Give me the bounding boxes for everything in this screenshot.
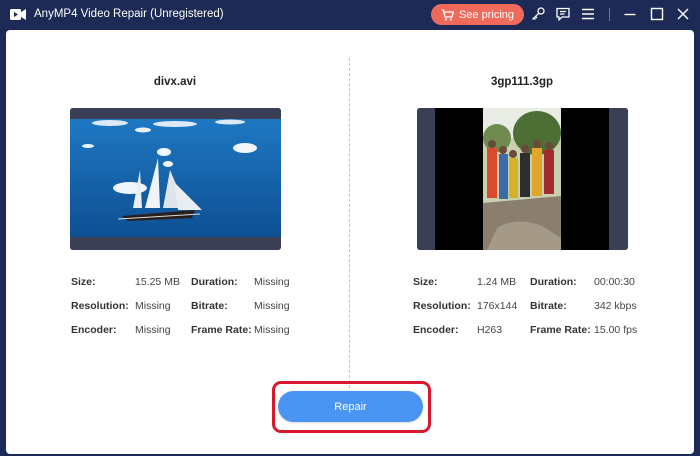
sailboat-thumbnail-image xyxy=(70,108,281,250)
menu-icon[interactable] xyxy=(580,6,596,22)
titlebar-separator xyxy=(609,8,610,21)
right-resolution-value: 176x144 xyxy=(477,300,518,312)
left-bitrate-label: Bitrate: xyxy=(191,300,228,312)
feedback-icon[interactable] xyxy=(555,6,571,22)
left-encoder-value: Missing xyxy=(135,324,171,336)
right-duration-label: Duration: xyxy=(530,276,577,288)
right-size-label: Size: xyxy=(413,276,438,288)
cart-icon xyxy=(441,8,454,20)
left-size-label: Size: xyxy=(71,276,96,288)
right-bitrate-value: 342 kbps xyxy=(594,300,637,312)
group-photo-thumbnail-image xyxy=(417,108,628,250)
right-resolution-label: Resolution: xyxy=(413,300,471,312)
left-framerate-value: Missing xyxy=(254,324,290,336)
title-bar: AnyMP4 Video Repair (Unregistered) See p… xyxy=(0,0,700,29)
maximize-icon[interactable] xyxy=(649,6,665,22)
left-size-value: 15.25 MB xyxy=(135,276,180,288)
key-icon[interactable] xyxy=(530,6,546,22)
panel-divider xyxy=(349,58,350,388)
repair-button[interactable]: Repair xyxy=(278,391,423,422)
left-duration-value: Missing xyxy=(254,276,290,288)
right-framerate-value: 15.00 fps xyxy=(594,324,638,336)
left-duration-label: Duration: xyxy=(191,276,238,288)
right-encoder-label: Encoder: xyxy=(413,324,459,336)
left-resolution-value: Missing xyxy=(135,300,171,312)
right-size-value: 1.24 MB xyxy=(477,276,517,288)
right-duration-value: 00:00:30 xyxy=(594,276,635,288)
right-framerate-label: Frame Rate: xyxy=(530,324,591,336)
close-icon[interactable] xyxy=(675,6,691,22)
left-file-name: divx.avi xyxy=(153,76,197,88)
left-framerate-label: Frame Rate: xyxy=(191,324,252,336)
right-video-thumbnail xyxy=(417,108,628,250)
right-bitrate-label: Bitrate: xyxy=(530,300,567,312)
left-encoder-label: Encoder: xyxy=(71,324,117,336)
minimize-icon[interactable] xyxy=(622,6,638,22)
see-pricing-button[interactable]: See pricing xyxy=(431,4,524,25)
right-encoder-value: H263 xyxy=(477,324,503,336)
left-resolution-label: Resolution: xyxy=(71,300,129,312)
window-title: AnyMP4 Video Repair (Unregistered) xyxy=(34,8,224,20)
left-bitrate-value: Missing xyxy=(254,300,290,312)
see-pricing-label: See pricing xyxy=(458,8,515,21)
main-panel: divx.avi Size: 15.25 MB Duration: Missin… xyxy=(6,30,694,454)
right-file-name: 3gp111.3gp xyxy=(490,76,553,88)
left-video-thumbnail xyxy=(70,108,281,250)
app-logo-icon xyxy=(10,9,26,20)
